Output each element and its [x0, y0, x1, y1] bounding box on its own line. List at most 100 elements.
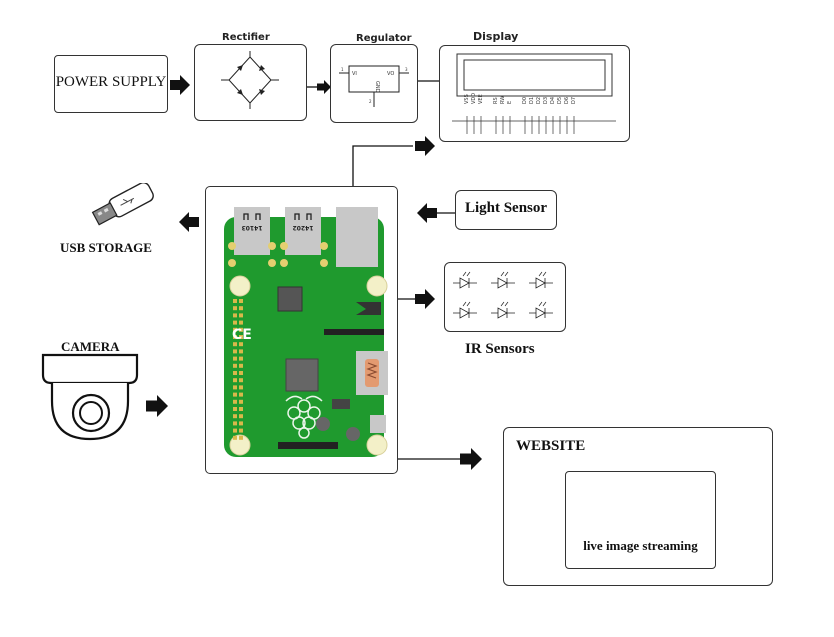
arrow-pi-to-website: [397, 448, 482, 470]
gpio-pin: [239, 428, 243, 433]
gpio-pin: [233, 407, 237, 411]
display-label: Display: [473, 30, 519, 43]
csi-connector: [278, 442, 338, 449]
regulator-pin-vi: VI: [352, 71, 357, 77]
gpio-pin: [239, 414, 243, 419]
gpio-pin: [239, 320, 243, 325]
light-sensor-label: Light Sensor: [464, 200, 548, 216]
gpio-pin: [233, 385, 237, 390]
gpio-pin: [239, 371, 243, 375]
bridge-rectifier-icon: [221, 51, 279, 109]
gpio-pin: [233, 313, 237, 318]
website-label: WEBSITE: [516, 438, 586, 454]
gpio-pin: [239, 306, 243, 311]
arrow-power-to-rectifier: [170, 75, 190, 95]
arrow-camera-to-pi: [146, 395, 168, 417]
display-pin-label: D4: [550, 97, 556, 104]
gpio-pin: [233, 320, 237, 325]
svg-text:CE: CE: [232, 327, 252, 343]
display-pin-label: VEE: [478, 94, 484, 104]
arrow-rectifier-to-regulator: [307, 80, 331, 94]
arrow-pi-to-display: [352, 136, 435, 187]
gpio-pin: [239, 356, 243, 361]
gpio-pin: [233, 306, 237, 311]
live-stream-frame: live image streaming: [565, 471, 716, 569]
gpio-pin: [233, 399, 237, 404]
ir-led-icon: [491, 301, 515, 319]
gpio-pin: [233, 414, 237, 419]
usb-drive-icon: [91, 183, 154, 226]
regulator-pin-vo: VO: [387, 71, 394, 77]
regulator-pin-gnd: GND: [374, 81, 380, 93]
display-pin-label: D2: [536, 97, 542, 104]
lcd-display-icon: VSS VDD VEE RS RW E D0 D1 D2 D3 D4 D5 D6 D7: [452, 53, 616, 134]
gpio-pin: [233, 421, 237, 426]
rectifier-label: Rectifier: [222, 32, 270, 43]
gpio-pin: [233, 356, 237, 361]
arrow-pi-to-usb: [179, 212, 199, 232]
soc-chip: [285, 358, 319, 392]
rectifier-block: [194, 44, 307, 121]
display-pin-label: VDD: [471, 93, 477, 104]
live-stream-label: live image streaming: [583, 538, 698, 553]
usb-port-2-text: 14202: [293, 224, 314, 231]
gpio-pin: [239, 385, 243, 390]
ir-sensors-block: [444, 262, 566, 332]
usb-port-1-text: 14103: [242, 224, 263, 231]
ir-led-icon: [453, 271, 477, 289]
gpio-pin: [233, 378, 237, 383]
gpio-pin: [233, 299, 237, 303]
gpio-pin: [233, 435, 237, 440]
gpio-pin: [239, 435, 243, 440]
display-pin-label: D0: [522, 97, 528, 104]
display-pin-label: D1: [529, 97, 535, 104]
display-pin-label: D5: [557, 97, 563, 104]
gpio-pin: [233, 392, 237, 397]
display-pins: VSS VDD VEE RS RW E D0 D1 D2 D3 D4 D5 D6 D7: [464, 93, 577, 134]
gpio-pin: [233, 349, 237, 354]
ir-led-icon: [453, 301, 477, 319]
display-pin-label: RW: [500, 96, 506, 104]
display-pin-label: D7: [571, 97, 577, 104]
display-pin-label: D6: [564, 97, 570, 104]
gpio-pin: [239, 349, 243, 354]
ir-sensors-label: IR Sensors: [465, 341, 535, 357]
usb-controller-chip: [277, 286, 303, 312]
arrow-light-to-pi: [417, 203, 455, 223]
raspberry-pi-block: 14103 14202 CE: [205, 186, 398, 474]
usb-storage-label: USB STORAGE: [60, 240, 152, 255]
ir-led-icon: [529, 301, 553, 319]
display-block: VSS VDD VEE RS RW E D0 D1 D2 D3 D4 D5 D6 D7: [439, 45, 630, 142]
display-pin-label: D3: [543, 97, 549, 104]
display-pin-label: RS: [493, 97, 499, 104]
gpio-pin: [239, 313, 243, 318]
regulator-block: VI VO GND 1 3 2: [330, 44, 418, 123]
gpio-pin: [239, 421, 243, 426]
ir-led-grid: [453, 271, 553, 319]
gpio-pin: [239, 392, 243, 397]
gpio-pin: [239, 378, 243, 383]
regulator-pin-3: 3: [405, 67, 408, 72]
gpio-pin: [239, 363, 243, 368]
arrow-pi-to-ir: [397, 289, 435, 309]
display-pin-label: VSS: [464, 94, 470, 104]
ethernet-port: [336, 207, 378, 267]
gpio-pin: [239, 399, 243, 404]
ir-led-icon: [491, 271, 515, 289]
regulator-pin-2: 2: [369, 99, 372, 104]
gpio-pin: [233, 428, 237, 433]
gpio-pin: [233, 363, 237, 368]
gpio-pin: [239, 407, 243, 411]
power-supply-block: POWER SUPPLY: [54, 55, 168, 113]
gpio-pin: [233, 371, 237, 375]
light-sensor-block: Light Sensor: [455, 190, 557, 230]
dome-camera-icon: [41, 353, 139, 441]
regulator-label: Regulator: [356, 33, 412, 44]
voltage-regulator-icon: VI VO GND 1 3 2: [339, 65, 409, 107]
raspberry-pi-board-icon: 14103 14202 CE: [224, 207, 388, 457]
display-pin-label: E: [507, 101, 513, 104]
ir-led-icon: [529, 271, 553, 289]
dsi-connector: [324, 329, 384, 335]
micro-usb-port: [370, 415, 386, 433]
website-block: WEBSITE live image streaming: [503, 427, 773, 586]
